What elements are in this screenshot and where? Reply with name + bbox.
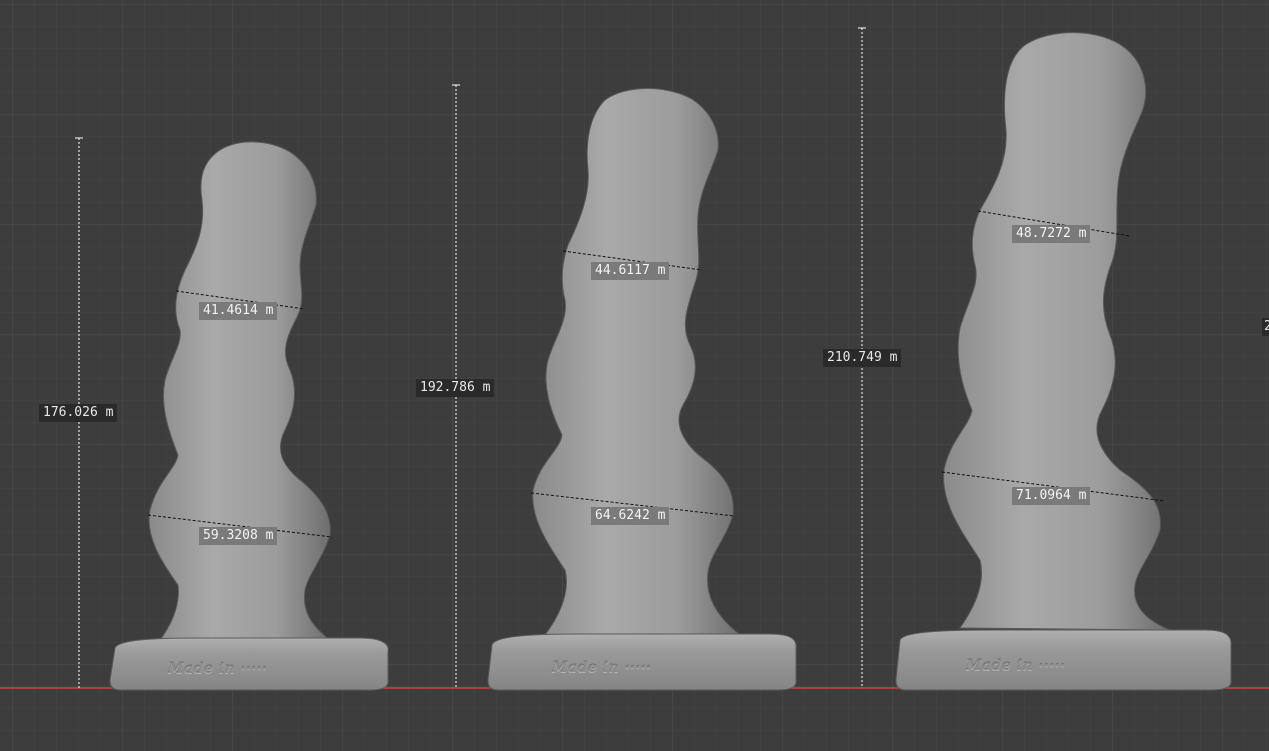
model-3-upper-width-label[interactable]: 48.7272 m [1012,225,1091,243]
model-2-upper-width-label[interactable]: 44.6117 m [591,262,670,280]
3d-viewport[interactable]: Made in ····· Made in ····· Made in ····… [0,0,1269,751]
model-1-base-engraving: Made in ····· [168,661,268,677]
offscreen-measure-label[interactable]: 2 [1262,318,1269,336]
model-3-base-engraving: Made in ····· [966,658,1066,674]
model-3-height-label[interactable]: 210.749 m [823,349,902,367]
viewport-canvas[interactable] [0,0,1269,751]
model-3-lower-width-label[interactable]: 71.0964 m [1012,487,1091,505]
model-1-lower-width-label[interactable]: 59.3208 m [199,527,278,545]
model-1-height-label[interactable]: 176.026 m [39,404,118,422]
model-2-lower-width-label[interactable]: 64.6242 m [591,507,670,525]
model-2-base-engraving: Made in ····· [552,660,652,676]
model-2-height-label[interactable]: 192.786 m [416,379,495,397]
model-1-upper-width-label[interactable]: 41.4614 m [199,302,278,320]
